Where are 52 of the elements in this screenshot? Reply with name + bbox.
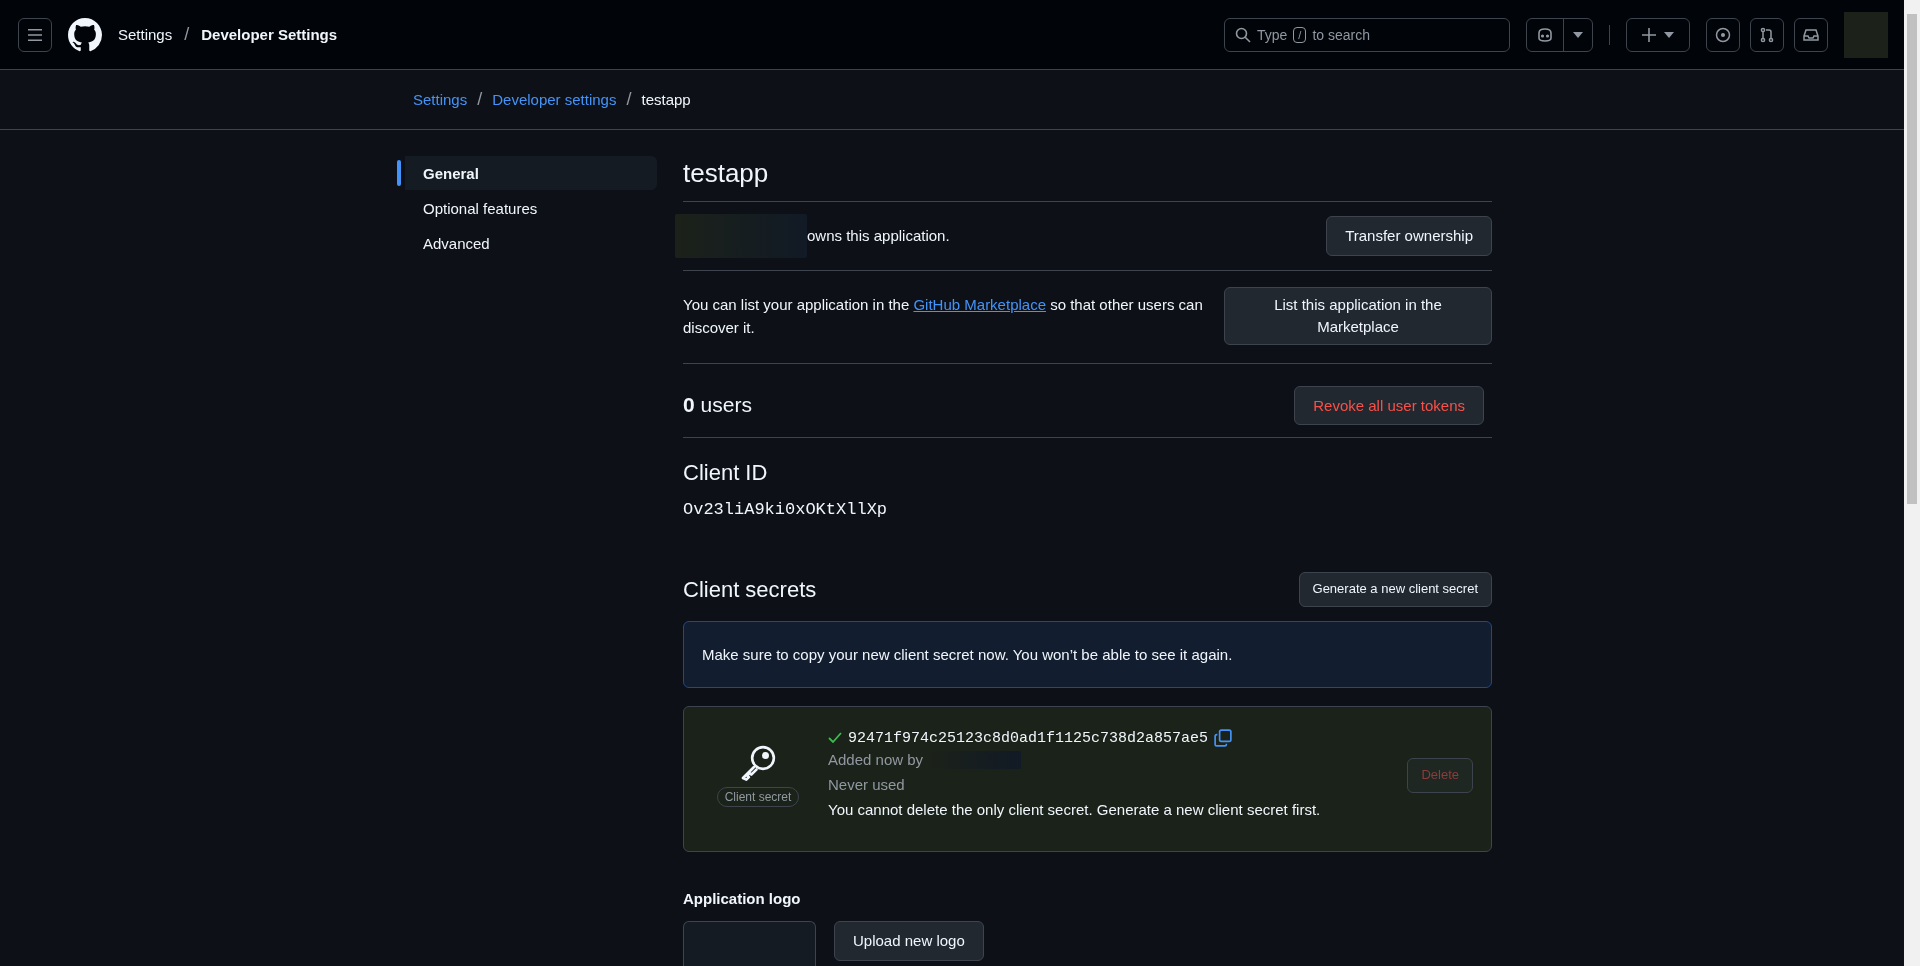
section-title: Client ID	[683, 460, 769, 487]
checkmark-icon	[828, 732, 842, 745]
warning-text: You cannot delete the only client secret. Generate a new client secret first.	[828, 800, 1322, 821]
transfer-ownership-button[interactable]: Transfer ownership	[1326, 216, 1492, 256]
section-title: Client secrets	[683, 576, 817, 603]
secret-value: 92471f974c25123c8d0ad1f1125c738d2a857ae5	[848, 729, 1209, 747]
circle-dot-icon	[1715, 26, 1731, 43]
header-breadcrumb-link[interactable]: Developer Settings	[201, 26, 338, 43]
keyboard-shortcut-key: /	[1293, 26, 1307, 43]
notice-banner: Make sure to copy your new client secret now. You won’t be able to see it again.	[683, 621, 1492, 689]
breadcrumb-separator: /	[626, 89, 632, 110]
upload-logo-button[interactable]: Upload new logo	[834, 921, 984, 962]
scrollbar[interactable]	[1904, 0, 1920, 966]
plus-icon	[1642, 27, 1656, 42]
generate-secret-button[interactable]: Generate a new client secret	[1298, 572, 1492, 608]
menu-icon	[27, 26, 43, 43]
owner-text: owns this application.	[807, 226, 950, 247]
pull-request-icon	[1759, 26, 1775, 43]
inbox-icon	[1803, 26, 1819, 43]
caret-icon	[1664, 31, 1674, 38]
client-id-value: Ov23liA9ki0xOKtXllXp	[683, 500, 889, 520]
copy-icon[interactable]	[1214, 729, 1233, 748]
header-breadcrumb-link[interactable]: Settings	[118, 26, 173, 43]
page-title: testapp	[683, 156, 1492, 202]
search-placeholder: Type	[1257, 26, 1288, 43]
breadcrumb-separator: /	[477, 89, 483, 110]
menu-button[interactable]	[18, 17, 52, 52]
pull-requests-button[interactable]	[1750, 17, 1784, 52]
users-count: 0 users	[683, 393, 752, 418]
sidebar-item[interactable]: Optional features	[397, 191, 657, 225]
section-title: Application logo	[683, 890, 802, 908]
marketplace-link[interactable]: GitHub Marketplace	[913, 295, 1046, 313]
search-field[interactable]: Type / to search	[1224, 17, 1510, 52]
revoke-tokens-button[interactable]: Revoke all user tokens	[1294, 385, 1484, 426]
sidebar-item[interactable]: Advanced	[397, 226, 657, 260]
caret-icon	[1573, 31, 1583, 38]
sidebar-item[interactable]: General	[397, 156, 657, 190]
robot-face-icon	[1536, 26, 1554, 43]
octocat-logo-icon[interactable]	[68, 17, 102, 52]
marketplace-text: You can list your application in the GitHub Marketplace so that other users can discover it.	[683, 294, 1204, 338]
issues-button[interactable]	[1706, 17, 1740, 52]
breadcrumb-link[interactable]: Developer settings	[492, 91, 617, 108]
breadcrumb-link[interactable]: testapp	[641, 91, 691, 108]
breadcrumb-separator: /	[184, 24, 190, 45]
search-placeholder: to search	[1312, 26, 1370, 43]
search-icon	[1235, 26, 1251, 43]
usage-text: Never used	[828, 774, 906, 795]
create-new-button[interactable]	[1626, 17, 1690, 52]
inbox-button[interactable]	[1794, 17, 1828, 52]
list-marketplace-button[interactable]: List this application in the Marketplace	[1224, 287, 1492, 345]
breadcrumb-link[interactable]: Settings	[413, 91, 468, 108]
added-by-text: Added now by	[828, 750, 924, 771]
